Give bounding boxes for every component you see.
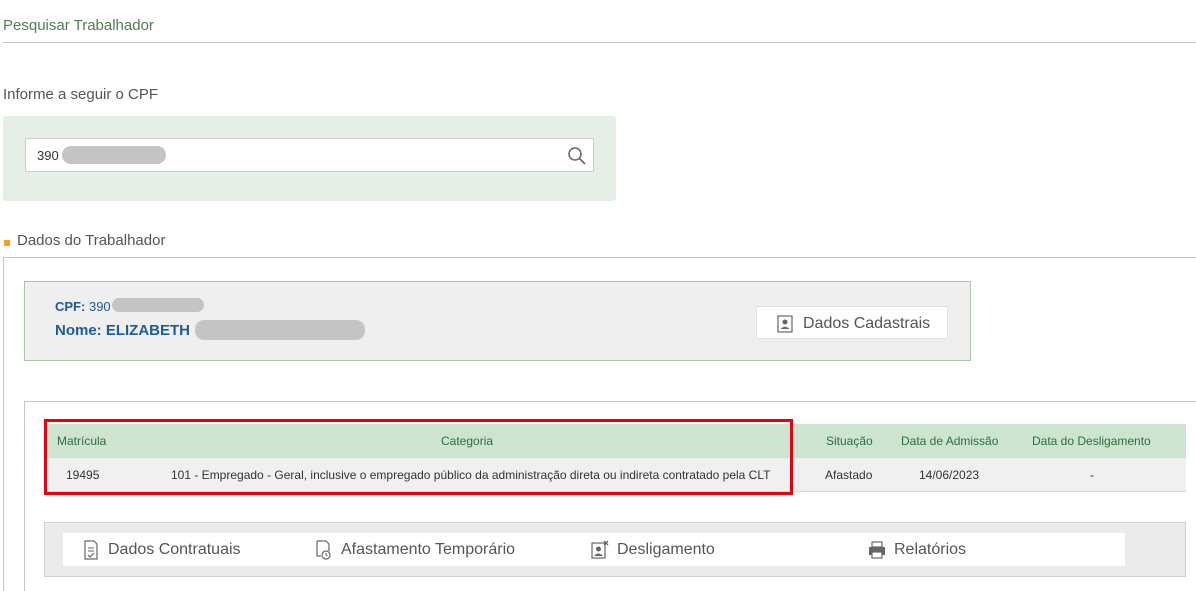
- cpf-prompt: Informe a seguir o CPF: [3, 86, 159, 103]
- actions-bar: Dados Contratuais Afastamento Temporário…: [63, 533, 1125, 566]
- section-bullet: [4, 240, 10, 246]
- printer-icon: [869, 541, 885, 559]
- relatorios-label: Relatórios: [894, 541, 967, 558]
- cell-situacao: Afastado: [825, 468, 873, 482]
- user-remove-icon: [591, 540, 609, 559]
- worker-card: CPF: 390 Nome: ELIZABETH Dados Cadastrai…: [24, 281, 971, 361]
- cpf-label: CPF:: [55, 299, 86, 314]
- page-title: Pesquisar Trabalhador: [3, 17, 154, 34]
- header-data-admissao: Data de Admissão: [901, 434, 999, 448]
- contract-document-icon: [84, 540, 98, 560]
- highlight-annotation: [44, 419, 793, 495]
- redacted-name: [195, 320, 365, 340]
- title-divider: [3, 42, 1196, 43]
- search-icon[interactable]: [567, 146, 587, 166]
- dados-cadastrais-button[interactable]: Dados Cadastrais: [756, 306, 948, 339]
- dados-cadastrais-label: Dados Cadastrais: [803, 315, 931, 332]
- desligamento-label: Desligamento: [617, 541, 715, 558]
- header-data-desligamento: Data do Desligamento: [1032, 434, 1151, 448]
- cpf-value: 390: [88, 299, 111, 314]
- cpf-search-value: 390: [37, 148, 59, 163]
- cpf-search-input[interactable]: 390: [25, 138, 594, 172]
- name-label: Nome:: [55, 322, 102, 339]
- cell-data-desligamento: -: [1090, 468, 1094, 482]
- redacted-cpf: [62, 146, 166, 164]
- profile-document-icon: [777, 315, 793, 333]
- afastamento-temporario-label: Afastamento Temporário: [341, 541, 516, 558]
- name-value: ELIZABETH: [105, 322, 191, 339]
- section-label: Dados do Trabalhador: [17, 232, 166, 249]
- worker-cpf: CPF: 390: [55, 299, 111, 314]
- search-panel: 390: [3, 116, 616, 201]
- redacted-cpf: [112, 298, 204, 312]
- actions-panel: Dados Contratuais Afastamento Temporário…: [44, 522, 1186, 577]
- document-clock-icon: [316, 540, 331, 560]
- dados-contratuais-label: Dados Contratuais: [108, 541, 241, 558]
- cell-data-admissao: 14/06/2023: [919, 468, 980, 482]
- header-situacao: Situação: [826, 434, 873, 448]
- worker-name: Nome: ELIZABETH: [55, 322, 190, 339]
